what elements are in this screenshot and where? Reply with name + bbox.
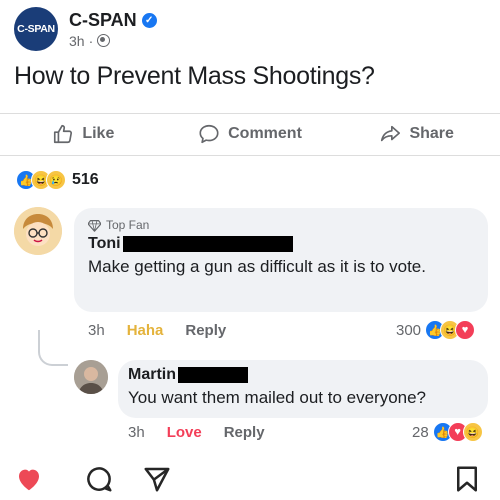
reply-bubble: Martin You want them mailed out to every… <box>118 360 488 418</box>
reaction-count: 516 <box>72 171 99 188</box>
comment-button[interactable]: Comment <box>167 116 334 152</box>
love-reaction-icon: ♥ <box>455 320 476 340</box>
haha-reaction-icon: 😆 <box>462 422 483 442</box>
commenter-avatar[interactable] <box>14 207 62 255</box>
page-avatar[interactable]: C-SPAN <box>14 7 58 51</box>
action-bar: Like Comment Share <box>0 116 500 152</box>
divider <box>0 155 500 156</box>
page-name-row: C-SPAN ✓ <box>69 10 157 31</box>
person-avatar-icon <box>74 360 108 394</box>
reply-actions: 3h Love Reply <box>128 424 265 441</box>
share-label: Share <box>409 125 454 142</box>
reply-reactions[interactable]: 28 👍 ♥ 😆 <box>412 422 483 442</box>
redaction-bar <box>178 367 248 383</box>
comment-bubble-icon[interactable] <box>84 464 114 494</box>
sad-reaction-icon: 😢 <box>46 170 66 190</box>
share-button[interactable]: Share <box>333 116 500 152</box>
commenter-name[interactable]: Toni <box>88 235 121 253</box>
replier-avatar[interactable] <box>74 360 108 394</box>
comment-bubble: Top Fan Toni Make getting a gun as diffi… <box>74 208 488 312</box>
thumbs-up-icon <box>54 124 73 144</box>
comment-time[interactable]: 3h <box>88 322 105 339</box>
redaction-bar <box>122 236 293 252</box>
bookmark-icon[interactable] <box>452 464 482 494</box>
globe-icon <box>97 34 111 47</box>
verified-badge-icon: ✓ <box>141 12 157 28</box>
divider <box>0 113 500 114</box>
comment-actions: 3h Haha Reply <box>88 322 226 339</box>
heart-icon[interactable] <box>14 464 44 494</box>
reply-time[interactable]: 3h <box>128 424 145 441</box>
replier-name-row: Martin <box>128 366 478 384</box>
comment-icon <box>199 124 219 144</box>
top-fan-label: Top Fan <box>106 218 150 232</box>
comment-text: Make getting a gun as difficult as it is… <box>88 257 426 276</box>
haha-reaction-button[interactable]: Haha <box>127 322 164 339</box>
like-label: Like <box>82 125 115 142</box>
comment-reactions[interactable]: 300 👍 😆 ♥ <box>396 320 476 340</box>
page-name[interactable]: C-SPAN <box>69 10 137 31</box>
love-reaction-button[interactable]: Love <box>167 424 202 441</box>
share-arrow-icon <box>381 125 401 142</box>
comment-label: Comment <box>228 125 302 142</box>
post-text: How to Prevent Mass Shootings? <box>14 62 375 90</box>
post-time[interactable]: 3h <box>69 33 85 49</box>
reply-button[interactable]: Reply <box>185 322 226 339</box>
meta-separator: · <box>88 32 94 49</box>
send-icon[interactable] <box>142 464 172 494</box>
reaction-summary[interactable]: 👍 😆 😢 516 <box>16 170 99 190</box>
like-button[interactable]: Like <box>0 116 167 152</box>
comment-reaction-count: 300 <box>396 321 422 339</box>
header-text: C-SPAN ✓ 3h · <box>69 10 157 49</box>
post-meta: 3h · <box>69 33 157 49</box>
commenter-name-row: Toni <box>88 235 474 253</box>
diamond-badge-icon <box>88 219 101 232</box>
replier-name[interactable]: Martin <box>128 366 176 384</box>
bottom-action-bar <box>0 458 500 500</box>
post-header: C-SPAN C-SPAN ✓ 3h · <box>14 6 157 52</box>
reply-reaction-count: 28 <box>412 423 429 441</box>
thread-connector <box>38 330 68 366</box>
top-fan-badge: Top Fan <box>88 218 474 232</box>
reply-text: You want them mailed out to everyone? <box>128 388 427 407</box>
cartoon-avatar-icon <box>14 207 62 255</box>
reply-button[interactable]: Reply <box>224 424 265 441</box>
